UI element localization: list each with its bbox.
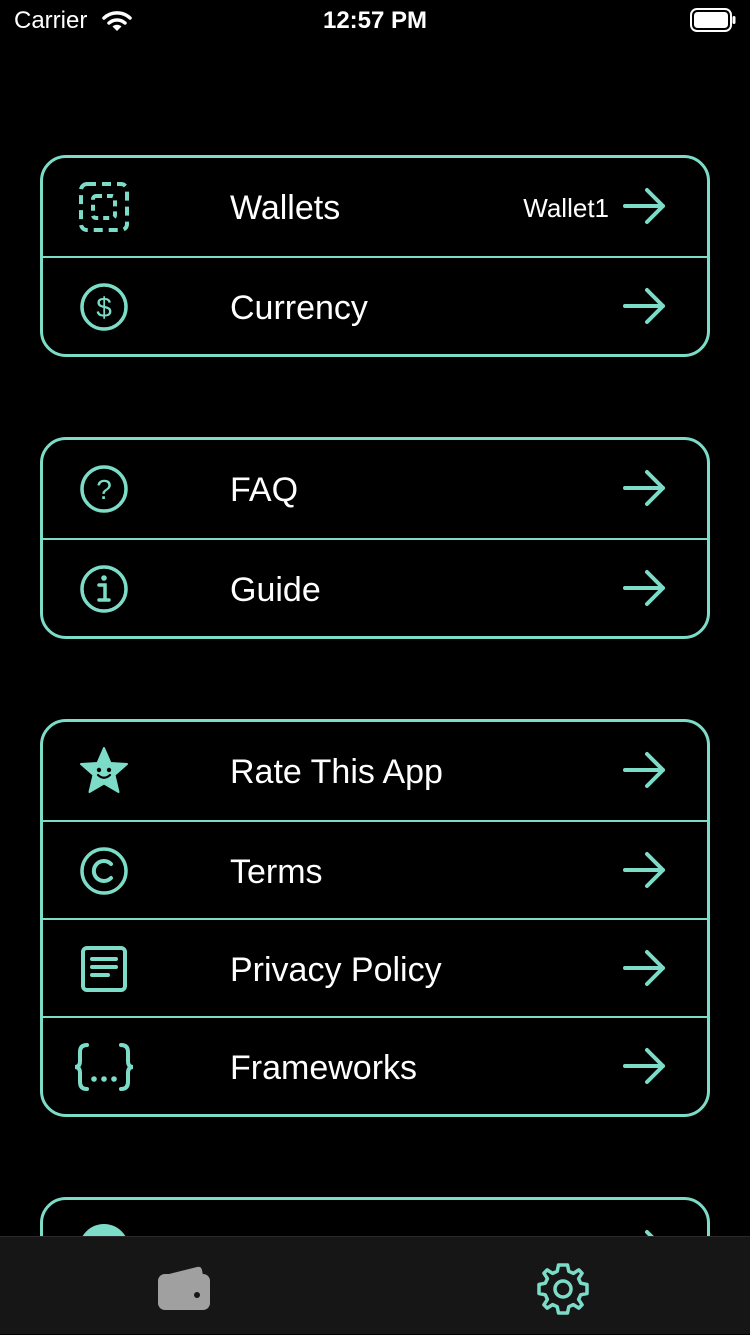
settings-row-partial[interactable] [43, 1200, 707, 1236]
row-label: Wallets [230, 189, 341, 227]
dollar-circle-icon: $ [80, 283, 128, 331]
tab-bar [0, 1236, 750, 1334]
gear-icon [537, 1263, 589, 1315]
row-label: Guide [230, 571, 321, 609]
info-circle-icon [80, 565, 128, 613]
arrow-right-icon [623, 188, 665, 224]
settings-row-privacy-policy[interactable]: Privacy Policy [43, 918, 707, 1016]
wallet-dashed-icon [79, 182, 129, 232]
settings-row-faq[interactable]: ? FAQ [43, 440, 707, 538]
row-label: Privacy Policy [230, 951, 442, 989]
settings-list[interactable]: Wallets Wallet1 $ Currency ? FAQ Guide R… [0, 40, 750, 1236]
arrow-right-icon [623, 950, 665, 986]
svg-text:$: $ [96, 292, 112, 323]
smiling-star-icon [80, 747, 128, 793]
svg-text:?: ? [96, 474, 112, 505]
arrow-right-icon [623, 752, 665, 788]
row-label: Rate This App [230, 753, 443, 791]
row-label: Frameworks [230, 1049, 418, 1087]
battery-icon [690, 8, 736, 32]
arrow-right-icon [645, 1230, 654, 1236]
settings-row-terms[interactable]: Terms [43, 820, 707, 918]
settings-row-wallets[interactable]: Wallets Wallet1 [43, 158, 707, 256]
arrow-right-icon [623, 852, 665, 888]
status-bar: Carrier 12:57 PM [0, 0, 750, 40]
copyright-icon [80, 847, 128, 895]
row-value: Wallet1 [523, 193, 609, 223]
settings-group-partial [40, 1197, 710, 1236]
row-label: FAQ [230, 471, 299, 509]
circle-icon [82, 1224, 126, 1236]
tab-wallet[interactable] [0, 1237, 375, 1335]
settings-row-currency[interactable]: $ Currency [43, 256, 707, 354]
arrow-right-icon [623, 288, 665, 324]
settings-row-guide[interactable]: Guide [43, 538, 707, 636]
settings-group-about: Rate This App Terms Privacy Policy Frame… [40, 719, 710, 1117]
row-label: Currency [230, 289, 368, 327]
arrow-right-icon [623, 470, 665, 506]
settings-group-wallet: Wallets Wallet1 $ Currency [40, 155, 710, 357]
tab-settings[interactable] [375, 1237, 750, 1335]
row-label: Terms [230, 853, 323, 891]
status-time: 12:57 PM [322, 7, 428, 34]
settings-group-help: ? FAQ Guide [40, 437, 710, 639]
settings-row-frameworks[interactable]: Frameworks [43, 1016, 707, 1114]
document-icon [81, 946, 127, 992]
wallet-icon [158, 1266, 210, 1310]
arrow-right-icon [623, 570, 665, 606]
braces-icon [74, 1043, 134, 1091]
settings-row-rate-app[interactable]: Rate This App [43, 722, 707, 820]
arrow-right-icon [623, 1048, 665, 1084]
question-circle-icon: ? [80, 465, 128, 513]
